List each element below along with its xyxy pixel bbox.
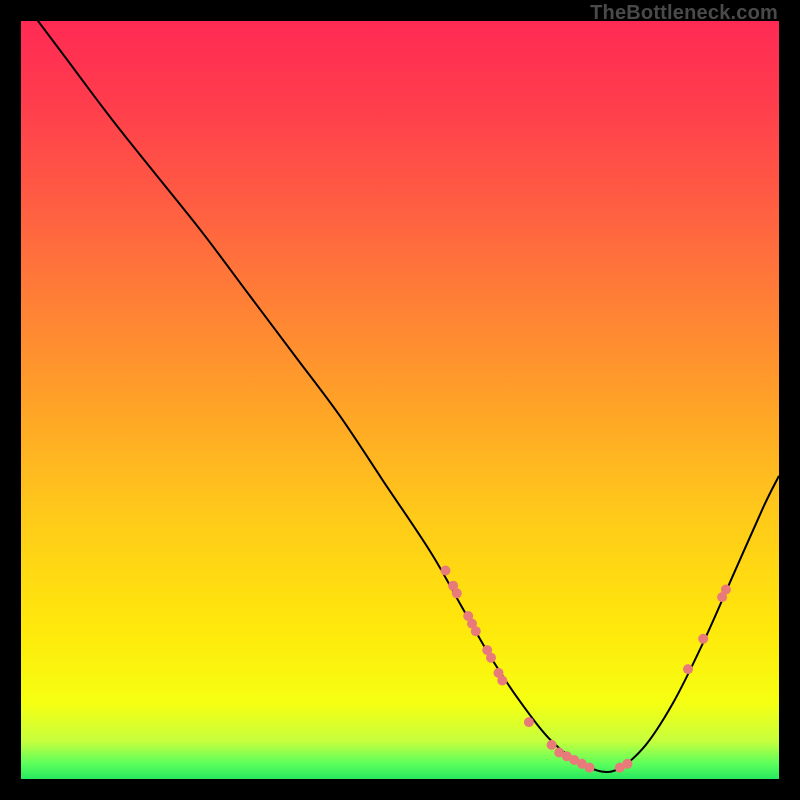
data-marker xyxy=(494,668,504,678)
data-marker xyxy=(683,664,693,674)
chart-svg xyxy=(21,21,779,779)
data-marker xyxy=(622,759,632,769)
data-marker xyxy=(441,566,451,576)
data-marker xyxy=(569,755,579,765)
data-marker xyxy=(467,619,477,629)
data-marker xyxy=(562,751,572,761)
data-marker xyxy=(497,676,507,686)
data-marker xyxy=(482,645,492,655)
curve-line xyxy=(21,21,779,772)
data-marker xyxy=(721,585,731,595)
data-marker xyxy=(717,592,727,602)
data-marker xyxy=(524,717,534,727)
plot-area xyxy=(21,21,779,779)
marker-group xyxy=(441,566,731,773)
data-marker xyxy=(615,763,625,773)
data-marker xyxy=(554,748,564,758)
data-marker xyxy=(448,581,458,591)
watermark-text: TheBottleneck.com xyxy=(590,2,778,25)
data-marker xyxy=(471,626,481,636)
chart-container: TheBottleneck.com xyxy=(0,0,800,800)
data-marker xyxy=(698,634,708,644)
data-marker xyxy=(585,763,595,773)
data-marker xyxy=(463,611,473,621)
data-marker xyxy=(452,588,462,598)
data-marker xyxy=(577,759,587,769)
data-marker xyxy=(547,740,557,750)
data-marker xyxy=(486,653,496,663)
